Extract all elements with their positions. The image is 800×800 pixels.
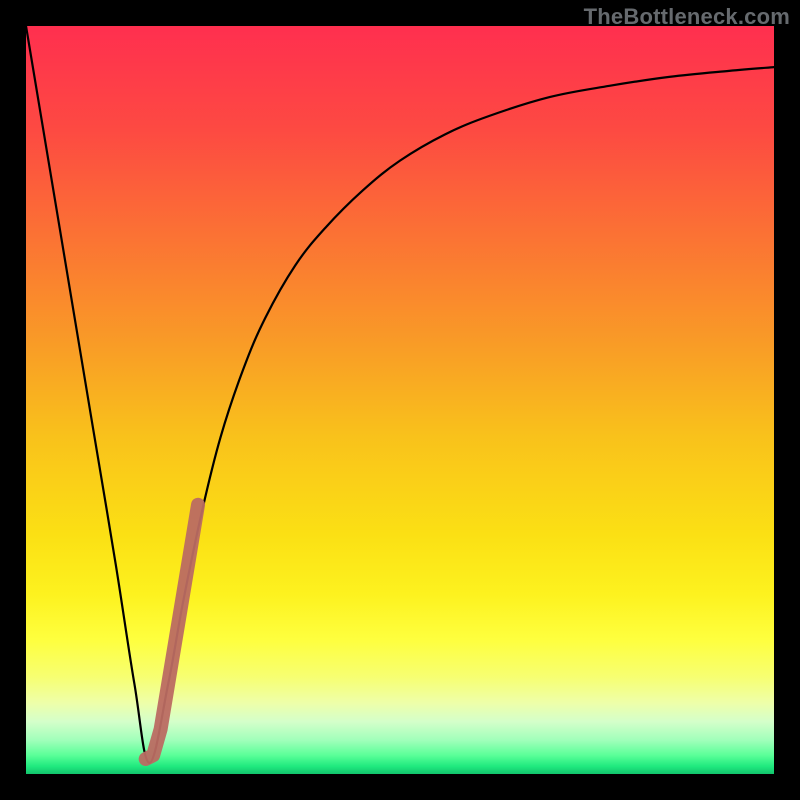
chart-svg [0, 0, 800, 800]
watermark-text: TheBottleneck.com [584, 4, 790, 30]
chart-stage: TheBottleneck.com [0, 0, 800, 800]
plot-background-gradient [26, 26, 774, 774]
